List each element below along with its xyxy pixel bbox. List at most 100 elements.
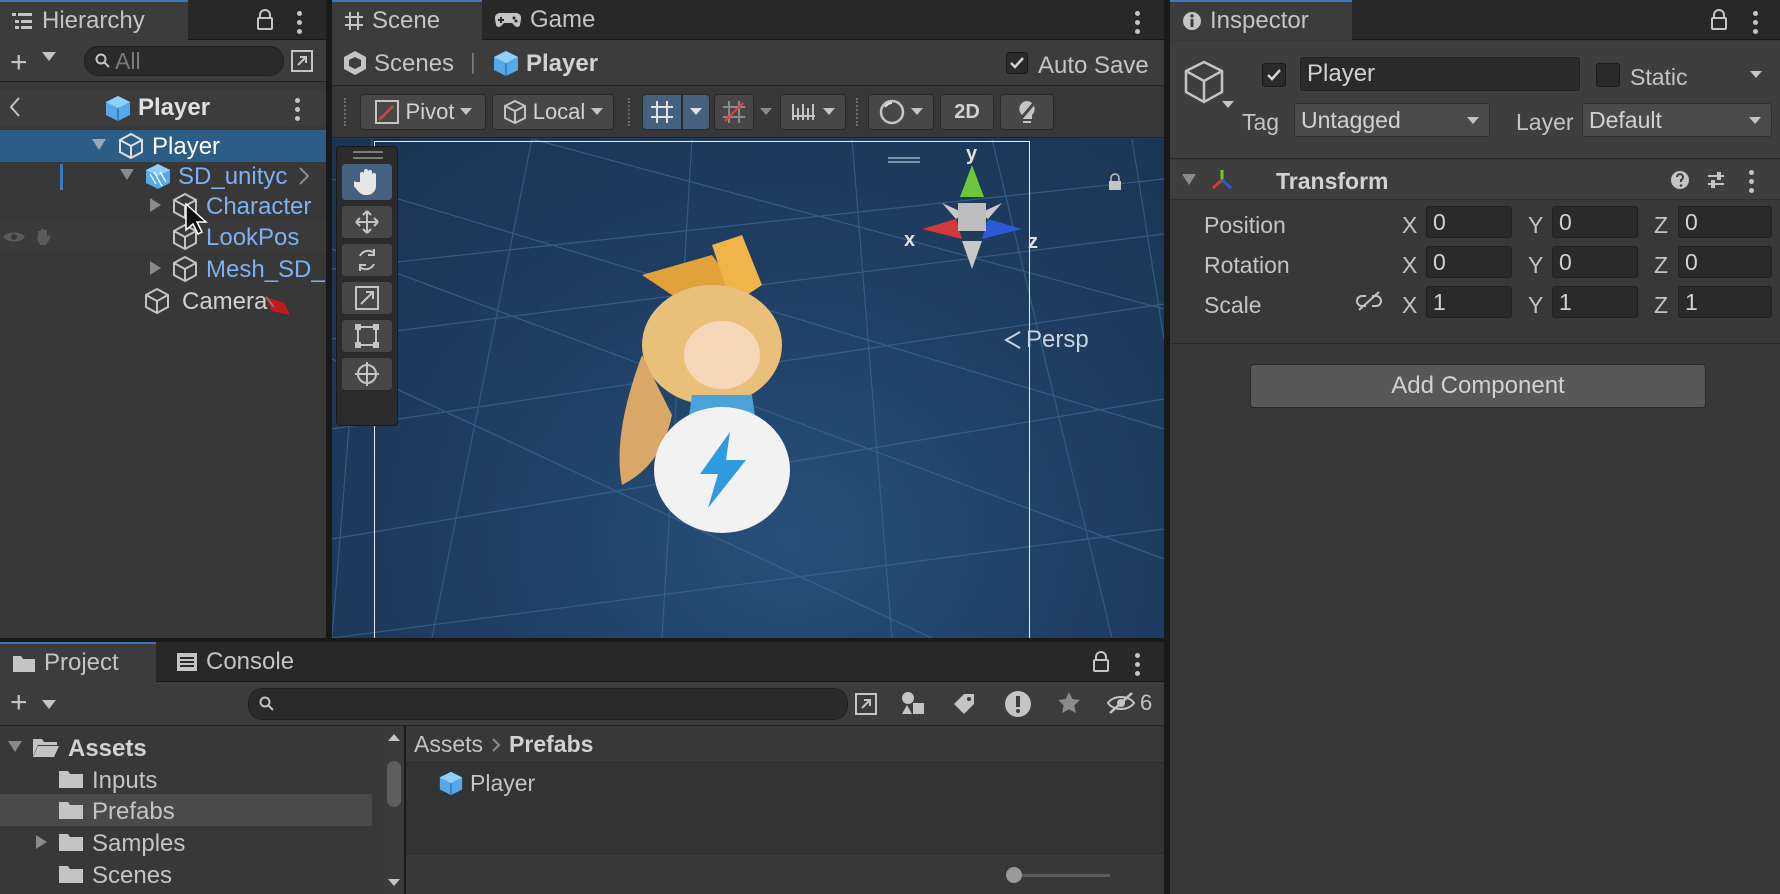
active-checkbox[interactable] [1262,63,1286,87]
rotation-y-field[interactable]: 0 [1552,246,1638,278]
star-favorite-icon[interactable] [1056,690,1082,716]
chevron-down-icon[interactable] [42,700,56,710]
pivot-dropdown[interactable]: Pivot [360,94,486,130]
gizmo-lock-icon[interactable] [1108,173,1122,191]
breadcrumb-root[interactable]: Scenes [374,50,454,78]
hierarchy-menu-icon[interactable] [296,11,302,34]
scroll-down-icon[interactable] [388,879,400,887]
scale-y-field[interactable]: 1 [1552,286,1638,318]
tree-item-inputs[interactable]: Inputs [0,763,382,795]
ruler-dropdown[interactable] [780,94,846,130]
filter-by-label-icon[interactable] [952,692,976,716]
collapse-arrow-icon[interactable] [150,198,162,212]
add-icon[interactable]: + [10,686,28,720]
help-icon[interactable] [1670,170,1690,190]
tab-inspector[interactable]: Inspector [1170,0,1352,40]
rect-tool-button[interactable] [341,319,393,353]
collapse-arrow-icon[interactable] [1182,174,1196,186]
add-component-button[interactable]: Add Component [1250,364,1706,408]
open-window-icon[interactable] [290,49,314,73]
warning-filter-icon[interactable] [1004,690,1032,718]
object-name-input[interactable]: Player [1300,57,1580,91]
project-search-input[interactable] [248,688,848,720]
transform-header[interactable]: Transform [1170,160,1780,200]
open-window-icon[interactable] [854,692,878,716]
tab-project[interactable]: Project [0,642,156,682]
scale-x-field[interactable]: 1 [1426,286,1512,318]
project-menu-icon[interactable] [1134,653,1140,676]
static-checkbox[interactable] [1596,63,1620,87]
visibility-eye-icon[interactable] [2,229,26,245]
local-dropdown[interactable]: Local [492,94,614,130]
orientation-gizmo[interactable]: y x z [902,143,1042,273]
position-y-field[interactable]: 0 [1552,206,1638,238]
hidden-packages-toggle[interactable]: 6 [1106,690,1152,716]
filter-by-type-icon[interactable] [900,690,926,716]
scale-tool-button[interactable] [341,281,393,315]
icon-size-slider[interactable] [1006,867,1110,883]
tree-item-prefabs[interactable]: Prefabs [0,794,372,826]
pickable-hand-icon[interactable] [34,227,54,247]
inspector-menu-icon[interactable] [1752,11,1758,34]
hierarchy-item-camera[interactable]: Camera [0,285,326,317]
mode-2d-toggle[interactable]: 2D [940,94,994,130]
persp-label-group[interactable]: Persp [1002,326,1089,354]
breadcrumb-current[interactable]: Player [526,50,598,78]
add-icon[interactable]: + [10,46,28,80]
hierarchy-item-mesh[interactable]: Mesh_SD_ [0,253,326,285]
lighting-toggle[interactable] [1000,94,1054,130]
slider-thumb[interactable] [1006,867,1022,883]
tree-item-samples[interactable]: Samples [0,826,382,858]
hierarchy-item-lookpos[interactable]: LookPos [0,221,326,253]
file-item-player[interactable]: Player [406,767,1164,799]
tab-game[interactable]: Game [482,0,612,40]
tab-console[interactable]: Console [164,642,324,682]
transform-tool-button[interactable] [341,357,393,391]
gameobject-cube-icon[interactable] [1182,59,1226,105]
grid-snap-dropdown[interactable] [682,94,710,130]
hand-tool-button[interactable] [341,163,393,201]
expand-arrow-icon[interactable] [92,139,106,151]
scenes-unity-icon[interactable] [342,49,368,77]
tag-dropdown[interactable]: Untagged [1294,103,1490,137]
preset-sliders-icon[interactable] [1706,170,1726,190]
increment-snap-toggle[interactable] [714,94,754,130]
collapse-arrow-icon[interactable] [36,835,48,849]
breadcrumb-assets[interactable]: Assets [414,731,483,758]
scroll-thumb[interactable] [387,761,401,807]
tab-scene[interactable]: Scene [332,0,482,40]
layer-dropdown[interactable]: Default [1582,103,1772,137]
hierarchy-item-player[interactable]: Player [0,130,326,162]
chevron-down-icon[interactable] [42,52,56,62]
lock-icon[interactable] [256,9,274,31]
collapse-arrow-icon[interactable] [150,261,162,275]
tab-hierarchy[interactable]: Hierarchy [0,0,188,40]
position-z-field[interactable]: 0 [1678,206,1772,238]
constrain-proportions-link-icon[interactable] [1356,290,1382,312]
tree-item-scenes[interactable]: Scenes [0,858,382,890]
grid-snap-toggle[interactable] [642,94,682,130]
component-menu-icon[interactable] [1748,170,1754,193]
lock-icon[interactable] [1710,9,1728,31]
rotate-tool-button[interactable] [341,243,393,277]
shading-mode-dropdown[interactable] [868,94,934,130]
back-icon[interactable] [8,96,22,118]
hierarchy-search-input[interactable]: All [84,46,284,76]
breadcrumb-prefabs[interactable]: Prefabs [509,731,593,758]
expand-arrow-icon[interactable] [120,169,134,181]
auto-save-checkbox[interactable] [1006,52,1028,74]
tree-item-assets[interactable]: Assets [0,731,382,763]
move-tool-button[interactable] [341,205,393,239]
tree-scrollbar[interactable] [384,727,404,894]
position-x-field[interactable]: 0 [1426,206,1512,238]
scale-z-field[interactable]: 1 [1678,286,1772,318]
expand-arrow-icon[interactable] [8,741,22,753]
chevron-down-icon[interactable] [760,108,772,116]
scroll-up-icon[interactable] [388,733,400,741]
lock-icon[interactable] [1092,651,1110,673]
hierarchy-item-sd-unity[interactable]: SD_unityc [0,160,326,192]
scene-menu-icon[interactable] [1134,11,1140,34]
static-dropdown-chevron-icon[interactable] [1750,71,1762,79]
scene-viewport[interactable]: y x z Persp [332,139,1164,638]
overlay-drag-handle[interactable] [353,151,383,159]
